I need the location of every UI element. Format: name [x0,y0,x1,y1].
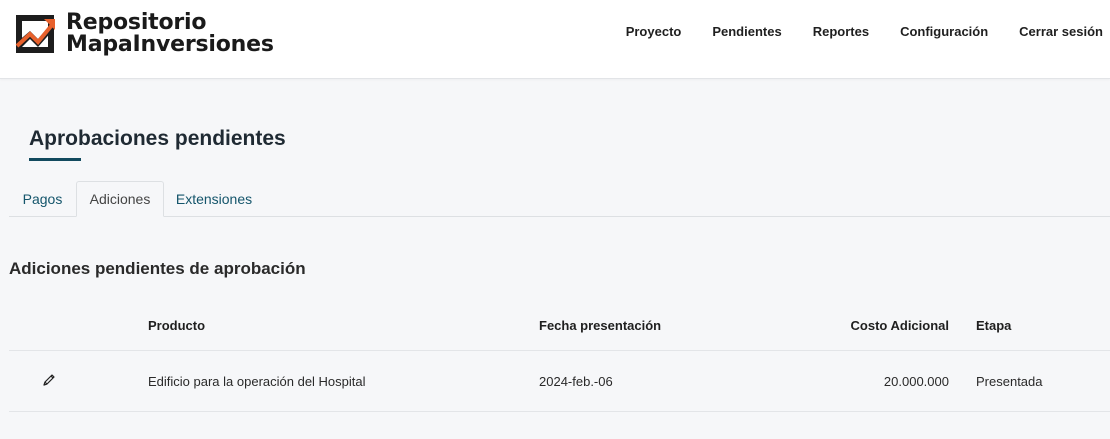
header-divider [9,350,1110,351]
logo-icon [15,15,55,53]
brand-line-2: MapaInversiones [66,32,274,57]
section-title: Adiciones pendientes de aprobación [9,259,306,278]
tab-adiciones[interactable]: Adiciones [76,181,164,217]
nav-proyecto[interactable]: Proyecto [626,24,682,39]
col-header-etapa: Etapa [976,318,1012,333]
pencil-icon[interactable] [41,372,57,388]
col-header-producto: Producto [148,318,206,333]
top-header: Repositorio MapaInversiones Proyecto Pen… [0,0,1110,79]
brand-name: Repositorio MapaInversiones [66,12,274,56]
nav-pendientes[interactable]: Pendientes [712,24,781,39]
nav-cerrar-sesion[interactable]: Cerrar sesión [1019,24,1103,39]
cell-producto: Edificio para la operación del Hospital [148,374,366,389]
cell-costo: 20.000.000 [883,374,949,389]
main-nav: Proyecto Pendientes Reportes Configuraci… [595,24,1103,39]
tab-pagos[interactable]: Pagos [9,181,76,217]
logo[interactable]: Repositorio MapaInversiones [14,12,274,56]
tab-bar: Pagos Adiciones Extensiones [9,181,1110,217]
cell-etapa: Presentada [976,374,1043,389]
col-header-costo: Costo Adicional [850,318,949,333]
tab-extensiones[interactable]: Extensiones [164,181,264,217]
title-underline [29,158,81,161]
page-title: Aprobaciones pendientes [29,127,286,150]
brand-line-1: Repositorio [66,10,207,35]
nav-configuracion[interactable]: Configuración [900,24,988,39]
nav-reportes[interactable]: Reportes [813,24,869,39]
cell-fecha: 2024-feb.-06 [539,374,613,389]
col-header-fecha: Fecha presentación [539,318,662,333]
row-divider [9,411,1110,412]
